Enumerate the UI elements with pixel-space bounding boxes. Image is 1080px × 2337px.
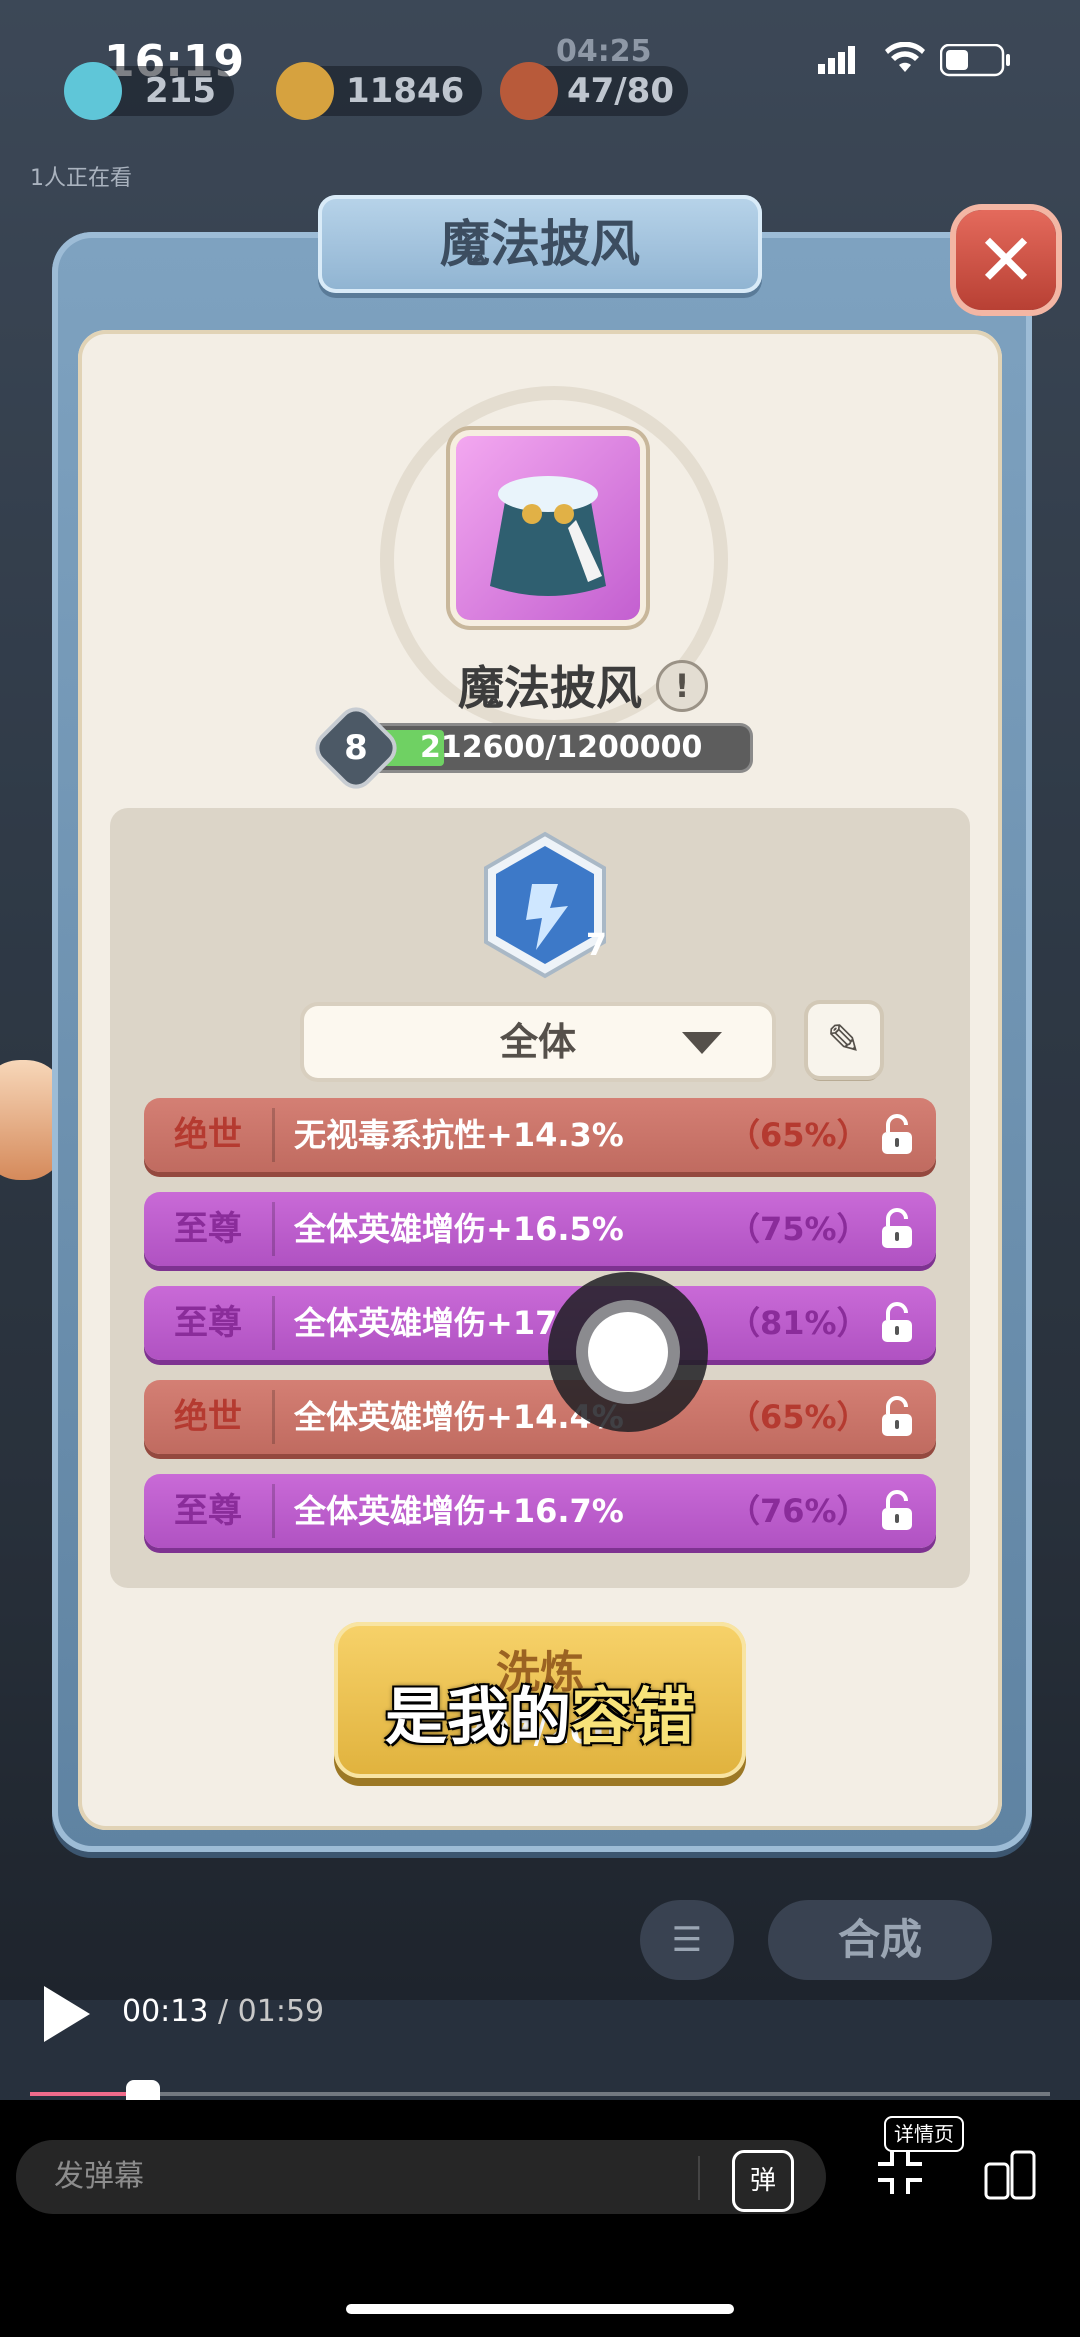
- level-number: 8: [344, 728, 368, 768]
- stat-percentile: （65%）: [728, 1116, 869, 1154]
- stamina-counter: 47/80: [500, 62, 688, 120]
- battery-icon: [939, 43, 1012, 82]
- sort-icon: ☰: [671, 1920, 703, 1960]
- stat-description: 全体英雄增伤+16.5%: [294, 1210, 624, 1248]
- video-subtitle: 是我的容错: [0, 1666, 1080, 1756]
- subtitle-highlight: 容错: [571, 1680, 696, 1753]
- stat-row: 至尊 全体英雄增伤+17 （81%）: [144, 1286, 936, 1360]
- coin-icon: [276, 62, 334, 120]
- wifi-icon: [884, 41, 926, 80]
- lock-icon[interactable]: [874, 1112, 920, 1158]
- home-indicator: [346, 2304, 734, 2314]
- lock-icon[interactable]: [874, 1488, 920, 1534]
- meat-icon: [500, 62, 558, 120]
- stat-percentile: （81%）: [728, 1304, 869, 1342]
- divider: [272, 1390, 275, 1444]
- subtitle-part1: 是我的: [384, 1680, 571, 1753]
- exit-fullscreen-icon[interactable]: [876, 2148, 924, 2196]
- cloak-icon: [490, 476, 606, 596]
- rune-count: 7: [586, 928, 607, 963]
- close-icon: ✕: [975, 218, 1037, 302]
- portrait-mode-icon[interactable]: [984, 2150, 1036, 2202]
- video-timecode: 00:13 / 01:59: [122, 1994, 325, 2029]
- divider: [272, 1484, 275, 1538]
- stat-row: 至尊 全体英雄增伤+16.5% （75%）: [144, 1192, 936, 1266]
- lock-icon[interactable]: [874, 1394, 920, 1440]
- divider: [272, 1296, 275, 1350]
- stat-tier: 绝世: [174, 1115, 242, 1155]
- divider: [272, 1108, 275, 1162]
- signal-icon: [818, 44, 858, 80]
- touch-indicator: [548, 1272, 708, 1432]
- divider: [698, 2156, 700, 2200]
- lock-icon[interactable]: [874, 1300, 920, 1346]
- sort-button[interactable]: ☰: [640, 1900, 734, 1980]
- gems-counter: 215: [64, 62, 234, 120]
- edit-button[interactable]: ✎: [808, 1004, 880, 1076]
- modal-title: 魔法披风: [440, 215, 640, 273]
- stat-tier: 绝世: [174, 1397, 242, 1437]
- lock-icon[interactable]: [874, 1206, 920, 1252]
- stat-percentile: （75%）: [728, 1210, 869, 1248]
- gem-icon: [64, 62, 122, 120]
- stat-description: 全体英雄增伤+16.7%: [294, 1492, 624, 1530]
- stat-percentile: （65%）: [728, 1398, 869, 1436]
- stat-row: 绝世 全体英雄增伤+14.4% （65%）: [144, 1380, 936, 1454]
- stat-description: 无视毒系抗性+14.3%: [294, 1116, 624, 1154]
- modal-title-banner: 魔法披风: [318, 195, 762, 293]
- stat-tier: 至尊: [174, 1491, 242, 1531]
- stat-row: 绝世 无视毒系抗性+14.3% （65%）: [144, 1098, 936, 1172]
- stat-description: 全体英雄增伤+17: [294, 1304, 558, 1342]
- exp-text: 212600/1200000: [420, 730, 703, 765]
- stat-tier: 至尊: [174, 1209, 242, 1249]
- viewer-count: 1人正在看: [30, 166, 132, 191]
- danmaku-toggle-button[interactable]: 弹: [732, 2150, 794, 2212]
- coins-counter: 11846: [276, 62, 482, 120]
- pencil-icon: ✎: [826, 1015, 862, 1064]
- stat-percentile: （76%）: [728, 1492, 869, 1530]
- chevron-down-icon: [682, 1032, 722, 1054]
- detail-page-label[interactable]: 详情页: [884, 2116, 964, 2152]
- stat-row: 至尊 全体英雄增伤+16.7% （76%）: [144, 1474, 936, 1548]
- merge-button[interactable]: 合成: [768, 1900, 992, 1980]
- play-icon[interactable]: [44, 1986, 90, 2042]
- danmaku-placeholder: 发弹幕: [54, 2159, 144, 2194]
- info-icon[interactable]: !: [656, 660, 708, 712]
- divider: [272, 1202, 275, 1256]
- item-icon-frame[interactable]: [456, 436, 640, 620]
- progress-track[interactable]: [30, 2092, 1050, 2096]
- stat-tier: 至尊: [174, 1303, 242, 1343]
- stamina-timer: 04:25: [556, 34, 652, 69]
- close-button[interactable]: ✕: [956, 210, 1056, 310]
